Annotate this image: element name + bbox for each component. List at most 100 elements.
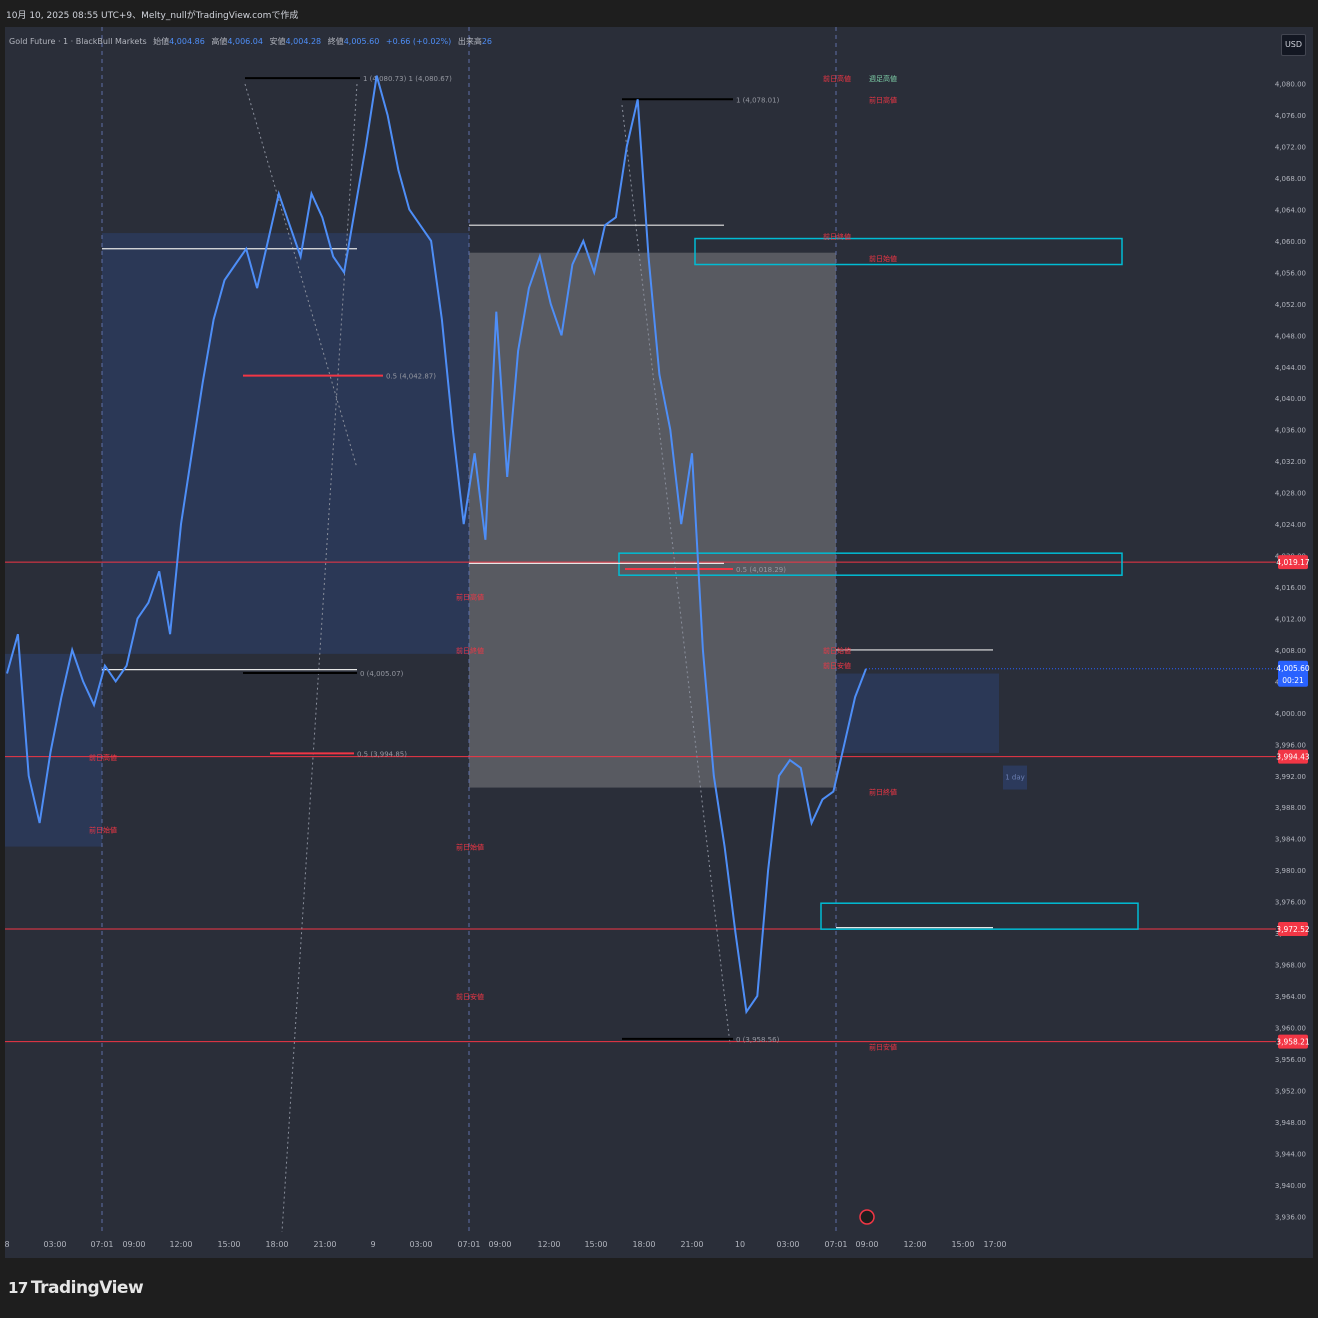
level-note: 前日始値	[456, 843, 484, 852]
price-chart[interactable]: 3,936.00 3,940.00 3,944.00 3,948.00 3,952.00…	[0, 0, 1318, 1258]
level-note: 週足高値	[869, 74, 897, 83]
x-tick-label: 07:01	[90, 1240, 113, 1249]
x-tick-label: 07:01	[824, 1240, 847, 1249]
y-tick-label: 4,052.00	[1275, 301, 1306, 309]
x-tick-label: 03:00	[776, 1240, 799, 1249]
y-tick-label: 4,060.00	[1275, 238, 1306, 246]
level-note: 前日始値	[869, 254, 897, 263]
current-price-countdown: 00:21	[1282, 676, 1304, 685]
y-tick-label: 3,968.00	[1275, 962, 1306, 970]
level-note: 前日始値	[89, 825, 117, 834]
low-label: 安値	[269, 37, 286, 46]
level-note: 前日高値	[823, 74, 851, 83]
symbol-name: Gold Future · 1 · BlackBull Markets	[9, 37, 147, 46]
volume-label: 出来高	[457, 37, 482, 46]
y-tick-label: 3,952.00	[1275, 1087, 1306, 1095]
tradingview-logo-icon: 𝟭𝟳	[8, 1279, 28, 1297]
y-tick-label: 4,064.00	[1275, 206, 1306, 214]
x-tick-label: 15:00	[584, 1240, 607, 1249]
y-tick-label: 3,956.00	[1275, 1056, 1306, 1064]
level-note: 前日安値	[456, 992, 484, 1001]
x-tick-label: 17:00	[983, 1240, 1006, 1249]
close-label: 終値	[327, 37, 344, 46]
high-value: 4,006.04	[227, 37, 263, 46]
y-tick-label: 4,080.00	[1275, 81, 1306, 89]
y-tick-label: 4,040.00	[1275, 395, 1306, 403]
x-tick-label: 18:00	[265, 1240, 288, 1249]
time-window-label: 1 day	[1005, 774, 1025, 782]
price-tag-label: 3,958.21	[1276, 1038, 1310, 1047]
low-value: 4,004.28	[285, 37, 322, 46]
level-note: 前日高値	[456, 592, 484, 601]
y-tick-label: 4,056.00	[1275, 269, 1306, 277]
x-tick-label: 03:00	[409, 1240, 432, 1249]
level-note: 前日高値	[89, 753, 117, 762]
fib-label: 1 (4,078.01)	[736, 96, 780, 104]
symbol-legend: Gold Future · 1 · BlackBull Markets 始値4,…	[9, 36, 492, 47]
footer-bar: 𝟭𝟳 TradingView	[0, 1258, 1318, 1318]
y-tick-label: 4,068.00	[1275, 175, 1306, 183]
open-label: 始値	[153, 37, 170, 46]
currency-button[interactable]: USD	[1281, 34, 1306, 56]
level-note: 前日終値	[823, 232, 851, 241]
open-value: 4,004.86	[169, 37, 205, 46]
y-tick-label: 3,976.00	[1275, 899, 1306, 907]
fib-label: 0.5 (4,018.29)	[736, 566, 786, 574]
x-tick-label: 15:00	[217, 1240, 240, 1249]
change-value: +0.66 (+0.02%)	[385, 37, 452, 46]
level-note: 前日安値	[869, 1042, 897, 1051]
x-tick-label: 09:00	[855, 1240, 878, 1249]
x-tick-label: 9	[370, 1240, 375, 1249]
y-tick-label: 3,996.00	[1275, 741, 1306, 749]
price-tag-label: 3,972.52	[1276, 925, 1310, 934]
range-box-day-1	[102, 233, 469, 654]
y-tick-label: 4,072.00	[1275, 144, 1306, 152]
x-tick-label: 03:00	[43, 1240, 66, 1249]
x-tick-label: 18:00	[632, 1240, 655, 1249]
x-tick-label: 12:00	[537, 1240, 560, 1249]
x-tick-label: 21:00	[680, 1240, 703, 1249]
y-tick-label: 4,008.00	[1275, 647, 1306, 655]
y-tick-label: 3,940.00	[1275, 1182, 1306, 1190]
y-tick-label: 3,944.00	[1275, 1150, 1306, 1158]
level-note: 前日高値	[869, 95, 897, 104]
level-note: 前日終値	[869, 788, 897, 797]
fib-label: 0 (4,005.07)	[360, 670, 404, 678]
price-tag-label: 4,019.17	[1276, 558, 1310, 567]
y-tick-label: 4,012.00	[1275, 615, 1306, 623]
y-tick-label: 4,048.00	[1275, 332, 1306, 340]
lightning-icon	[859, 1209, 875, 1225]
x-tick-label: 09:00	[488, 1240, 511, 1249]
close-value: 4,005.60	[343, 37, 380, 46]
tradingview-brand[interactable]: 𝟭𝟳 TradingView	[8, 1278, 144, 1298]
y-tick-label: 4,024.00	[1275, 521, 1306, 529]
y-tick-label: 4,028.00	[1275, 490, 1306, 498]
y-tick-label: 3,980.00	[1275, 867, 1306, 875]
y-tick-label: 4,016.00	[1275, 584, 1306, 592]
fib-label: 0 (3,958.56)	[736, 1036, 780, 1044]
range-box-day-2	[469, 252, 836, 788]
fib-label: 0.5 (3,994.85)	[357, 750, 407, 758]
x-tick-label: 10	[735, 1240, 745, 1249]
y-tick-label: 4,044.00	[1275, 364, 1306, 372]
level-note: 前日安値	[823, 661, 851, 670]
x-tick-label: 09:00	[122, 1240, 145, 1249]
level-note: 前日終値	[456, 646, 484, 655]
zone-box-lower	[820, 902, 1139, 930]
y-tick-label: 4,076.00	[1275, 112, 1306, 120]
y-tick-label: 3,964.00	[1275, 993, 1306, 1001]
y-tick-label: 3,936.00	[1275, 1213, 1306, 1221]
x-tick-label: 12:00	[169, 1240, 192, 1249]
range-box-day-0	[5, 653, 102, 847]
y-tick-label: 3,948.00	[1275, 1119, 1306, 1127]
fib-label: 0.5 (4,042.87)	[386, 373, 436, 381]
y-tick-label: 3,960.00	[1275, 1024, 1306, 1032]
x-tick-label: 21:00	[313, 1240, 336, 1249]
y-tick-label: 4,032.00	[1275, 458, 1306, 466]
current-price-label: 4,005.60	[1276, 664, 1310, 673]
price-tag-label: 3,994.43	[1276, 753, 1310, 762]
y-tick-label: 3,992.00	[1275, 773, 1306, 781]
y-tick-label: 3,988.00	[1275, 804, 1306, 812]
x-tick-label: 12:00	[903, 1240, 926, 1249]
x-tick-label: 07:01	[457, 1240, 480, 1249]
